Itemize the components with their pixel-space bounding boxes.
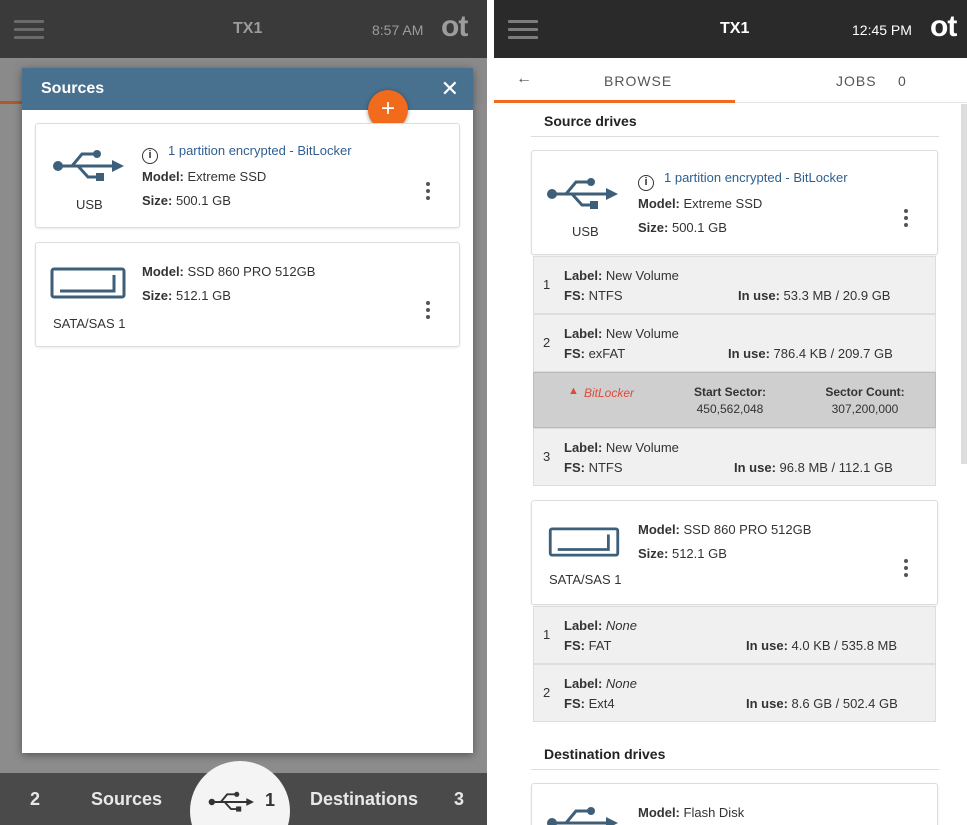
drive-type: USB: [76, 197, 103, 212]
drive-card-sata[interactable]: SATA/SAS 1 Model: SSD 860 PRO 512GB Size…: [35, 242, 460, 347]
drive-model: Model: SSD 860 PRO 512GB: [142, 264, 316, 279]
partition-label: Label: New Volume: [564, 268, 679, 283]
more-options-icon[interactable]: [426, 182, 432, 203]
start-sector-label: Start Sector:: [693, 385, 767, 399]
partition-number: 1: [543, 277, 551, 292]
scrollbar[interactable]: [961, 104, 967, 464]
sources-modal: Sources ✕ + USB i1 partition encrypted -…: [22, 68, 473, 753]
usb-icon: [208, 791, 254, 812]
drive-card-usb[interactable]: USB i1 partition encrypted - BitLocker M…: [35, 123, 460, 228]
drive-size: Size: 500.1 GB: [638, 220, 727, 235]
right-screen: TX1 12:45 PM ot ← BROWSE JOBS 0 Source d…: [494, 0, 967, 825]
sources-count: 2: [30, 789, 41, 809]
partition-usage: In use: 53.3 MB / 20.9 GB: [738, 288, 891, 303]
encryption-warning: BitLocker: [584, 386, 635, 400]
divider: [487, 0, 494, 825]
partition-number: 2: [543, 335, 551, 350]
drive-type: SATA/SAS 1: [549, 572, 622, 587]
partition-row[interactable]: 3 Label: New Volume FS: NTFS In use: 96.…: [533, 428, 936, 486]
more-options-icon[interactable]: [904, 559, 910, 580]
drive-model: Model: Flash Disk: [638, 805, 745, 820]
drive-model: Model: Extreme SSD: [142, 169, 267, 184]
partition-row[interactable]: 1 Label: New Volume FS: NTFS In use: 53.…: [533, 256, 936, 314]
logo: ot: [441, 10, 468, 43]
divider: [531, 769, 939, 770]
partition-fs: FS: FAT: [564, 638, 612, 653]
more-options-icon[interactable]: [904, 209, 910, 230]
drive-card-usb[interactable]: USB i1 partition encrypted - BitLocker M…: [531, 150, 938, 255]
sector-count-label: Sector Count:: [825, 385, 905, 399]
device-title: TX1: [233, 20, 263, 37]
drive-model: Model: SSD 860 PRO 512GB: [638, 522, 812, 537]
active-tab-indicator: [494, 100, 735, 103]
drive-model: Model: Extreme SSD: [638, 196, 763, 211]
partition-row[interactable]: 2 Label: None FS: Ext4 In use: 8.6 GB / …: [533, 664, 936, 722]
top-bar: TX1 8:57 AM ot: [0, 0, 487, 58]
partition-label: Label: None: [564, 676, 637, 691]
partition-label: Label: New Volume: [564, 440, 679, 455]
logo: ot: [930, 10, 957, 43]
modal-title: Sources: [41, 80, 105, 97]
back-arrow-icon[interactable]: ←: [516, 70, 532, 88]
divider: [531, 136, 939, 137]
device-title: TX1: [720, 20, 750, 37]
usb-icon: [547, 807, 618, 825]
sata-drive-icon: [50, 267, 126, 299]
drive-card-sata[interactable]: SATA/SAS 1 Model: SSD 860 PRO 512GB Size…: [531, 500, 938, 605]
partition-fs: FS: NTFS: [564, 460, 623, 475]
encryption-info: i1 partition encrypted - BitLocker: [142, 143, 352, 164]
usb-icon: [547, 178, 618, 209]
clock: 8:57 AM: [372, 22, 424, 38]
partition-number: 1: [543, 627, 551, 642]
menu-icon[interactable]: [14, 20, 44, 39]
partition-row[interactable]: 2 Label: New Volume FS: exFAT In use: 78…: [533, 314, 936, 372]
clock: 12:45 PM: [852, 22, 912, 38]
partition-fs: FS: exFAT: [564, 346, 626, 361]
tab-jobs[interactable]: JOBS: [836, 73, 877, 89]
usb-icon: [53, 150, 124, 181]
partition-fs: FS: Ext4: [564, 696, 615, 711]
destination-drives-heading: Destination drives: [544, 746, 666, 762]
drive-size: Size: 512.1 GB: [142, 288, 231, 303]
drive-type: SATA/SAS 1: [53, 316, 126, 331]
destinations-count: 3: [454, 789, 465, 809]
encryption-info: i1 partition encrypted - BitLocker: [638, 170, 848, 191]
destinations-tab[interactable]: Destinations: [310, 789, 418, 810]
drive-size: Size: 512.1 GB: [638, 546, 727, 561]
sources-tab[interactable]: Sources: [91, 789, 162, 810]
jobs-count: 0: [898, 73, 907, 89]
drive-type: USB: [572, 224, 599, 239]
partition-number: 3: [543, 449, 551, 464]
partition-label: Label: None: [564, 618, 637, 633]
more-options-icon[interactable]: [426, 301, 432, 322]
usb-count: 1: [265, 790, 276, 810]
top-bar: TX1 12:45 PM ot: [494, 0, 967, 58]
partition-number: 2: [543, 685, 551, 700]
partition-label: Label: New Volume: [564, 326, 679, 341]
partition-row[interactable]: 1 Label: None FS: FAT In use: 4.0 KB / 5…: [533, 606, 936, 664]
partition-usage: In use: 8.6 GB / 502.4 GB: [746, 696, 898, 711]
drive-card-destination[interactable]: Model: Flash Disk: [531, 783, 938, 825]
partition-usage: In use: 96.8 MB / 112.1 GB: [734, 460, 893, 475]
info-icon: i: [638, 175, 654, 191]
info-icon: i: [142, 148, 158, 164]
menu-icon[interactable]: [508, 20, 538, 39]
warning-icon: ▲: [568, 385, 579, 397]
close-icon[interactable]: ✕: [441, 76, 459, 102]
drive-size: Size: 500.1 GB: [142, 193, 231, 208]
sata-drive-icon: [548, 527, 620, 557]
sector-count-value: 307,200,000: [831, 402, 899, 416]
partition-usage: In use: 786.4 KB / 209.7 GB: [728, 346, 893, 361]
tab-browse[interactable]: BROWSE: [604, 73, 672, 89]
source-drives-heading: Source drives: [544, 113, 637, 129]
tab-bar: ← BROWSE JOBS 0: [494, 58, 967, 103]
partition-usage: In use: 4.0 KB / 535.8 MB: [746, 638, 898, 653]
left-screen: TX1 8:57 AM ot Sources ✕ + USB i1 partit…: [0, 0, 487, 825]
start-sector-value: 450,562,048: [696, 402, 764, 416]
partition-fs: FS: NTFS: [564, 288, 623, 303]
encrypted-partition-row[interactable]: ▲ BitLocker Start Sector: 450,562,048 Se…: [533, 372, 936, 428]
